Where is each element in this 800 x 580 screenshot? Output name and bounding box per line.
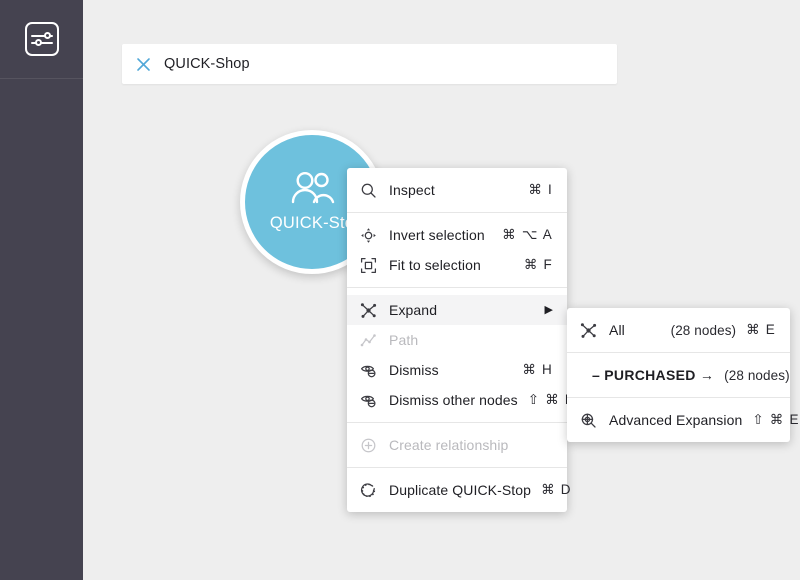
keyboard-shortcut: ⌘ D: [541, 482, 572, 497]
keyboard-shortcut: ⌘ E: [746, 322, 776, 337]
keyboard-shortcut: ⇧ ⌘ E: [752, 412, 800, 427]
context-menu-item-label: Invert selection: [389, 227, 485, 243]
slider-knob-top: [43, 32, 51, 39]
context-menu-item-dismiss[interactable]: Dismiss ⌘ H: [347, 355, 567, 385]
context-menu-item-create-relationship: Create relationship: [347, 430, 567, 460]
context-menu-item-inspect[interactable]: Inspect ⌘ I: [347, 175, 567, 205]
context-menu-group: Inspect ⌘ I: [347, 168, 567, 212]
context-menu-item-invert-selection[interactable]: Invert selection ⌘ ⌥ A: [347, 220, 567, 250]
magnifier-icon: [360, 182, 377, 199]
context-menu-item-label: Inspect: [389, 182, 435, 198]
context-menu-item-fit-to-selection[interactable]: Fit to selection ⌘ F: [347, 250, 567, 280]
context-menu-item-dismiss-other-nodes[interactable]: Dismiss other nodes ⇧ ⌘ H: [347, 385, 575, 415]
sidebar-top-section: [0, 0, 83, 79]
context-menu-item-label: Path: [389, 332, 419, 348]
context-menu-item-label: Duplicate QUICK-Stop: [389, 482, 532, 498]
expand-submenu-item-label: – PURCHASED →: [592, 367, 715, 383]
search-bar[interactable]: QUICK-Shop: [122, 44, 617, 84]
keyboard-shortcut: ⌘ I: [528, 182, 553, 197]
users-icon: [289, 171, 335, 210]
keyboard-shortcut: ⌘ ⌥ A: [502, 227, 553, 242]
context-menu-item-label: Expand: [389, 302, 438, 318]
expand-submenu-item-advanced-expansion[interactable]: Advanced Expansion ⇧ ⌘ E: [567, 405, 798, 435]
slider-track-top: [30, 32, 53, 39]
expand-submenu-group: – PURCHASED → (28 nodes): [567, 352, 790, 397]
node-label: QUICK-Sto: [269, 214, 355, 232]
fit-to-selection-icon: [360, 257, 377, 274]
hide-eye-icon: [360, 362, 377, 379]
context-menu-item-duplicate-quick-stop[interactable]: Duplicate QUICK-Stop ⌘ D: [347, 475, 570, 505]
slider-track-bottom: [30, 39, 53, 46]
context-menu[interactable]: Inspect ⌘ I Invert selection ⌘ ⌥ A Fit to se…: [347, 168, 575, 512]
context-menu-group: Create relationship: [347, 422, 567, 467]
slider-knob-bottom: [34, 39, 42, 46]
sidebar: [0, 0, 83, 580]
context-menu-item-label: Create relationship: [389, 437, 509, 453]
chevron-right-icon: ▶: [544, 303, 553, 316]
context-menu-group: Invert selection ⌘ ⌥ A Fit to selection ⌘ F: [347, 212, 567, 287]
node-count: (28 nodes): [670, 322, 737, 338]
expand-graph-icon: [360, 302, 377, 319]
expand-submenu-item-purchased[interactable]: – PURCHASED → (28 nodes): [567, 360, 790, 390]
plus-circle-icon: [360, 437, 377, 454]
expand-submenu-group: Advanced Expansion ⇧ ⌘ E: [567, 397, 798, 442]
context-menu-item-label: Dismiss: [389, 362, 439, 378]
sliders-icon[interactable]: [24, 22, 59, 56]
expand-submenu-group: All (28 nodes) ⌘ E: [567, 308, 790, 352]
expand-submenu-item-all[interactable]: All (28 nodes) ⌘ E: [567, 315, 790, 345]
context-menu-group: Expand ▶ Path Dismiss ⌘ H Dismiss other nodes…: [347, 287, 575, 422]
keyboard-shortcut: ⌘ F: [523, 257, 553, 272]
invert-selection-icon: [360, 227, 377, 244]
expand-submenu-item-label: All: [609, 322, 625, 338]
expand-submenu[interactable]: All (28 nodes) ⌘ E – PURCHASED → (28 nodes) A…: [567, 308, 798, 442]
node-count: (28 nodes): [724, 367, 790, 383]
expand-graph-icon: [580, 322, 597, 339]
path-icon: [360, 332, 377, 349]
search-input-value[interactable]: QUICK-Shop: [164, 56, 250, 72]
duplicate-icon: [360, 482, 377, 499]
expand-submenu-item-label: Advanced Expansion: [609, 412, 743, 428]
context-menu-item-label: Fit to selection: [389, 257, 481, 273]
close-x-icon[interactable]: [122, 44, 164, 84]
context-menu-item-path: Path: [347, 325, 567, 355]
advanced-expansion-icon: [580, 412, 597, 429]
hide-eye-icon: [360, 392, 377, 409]
context-menu-item-expand[interactable]: Expand ▶: [347, 295, 567, 325]
context-menu-item-label: Dismiss other nodes: [389, 392, 518, 408]
keyboard-shortcut: ⌘ H: [522, 362, 553, 377]
context-menu-group: Duplicate QUICK-Stop ⌘ D: [347, 467, 570, 512]
